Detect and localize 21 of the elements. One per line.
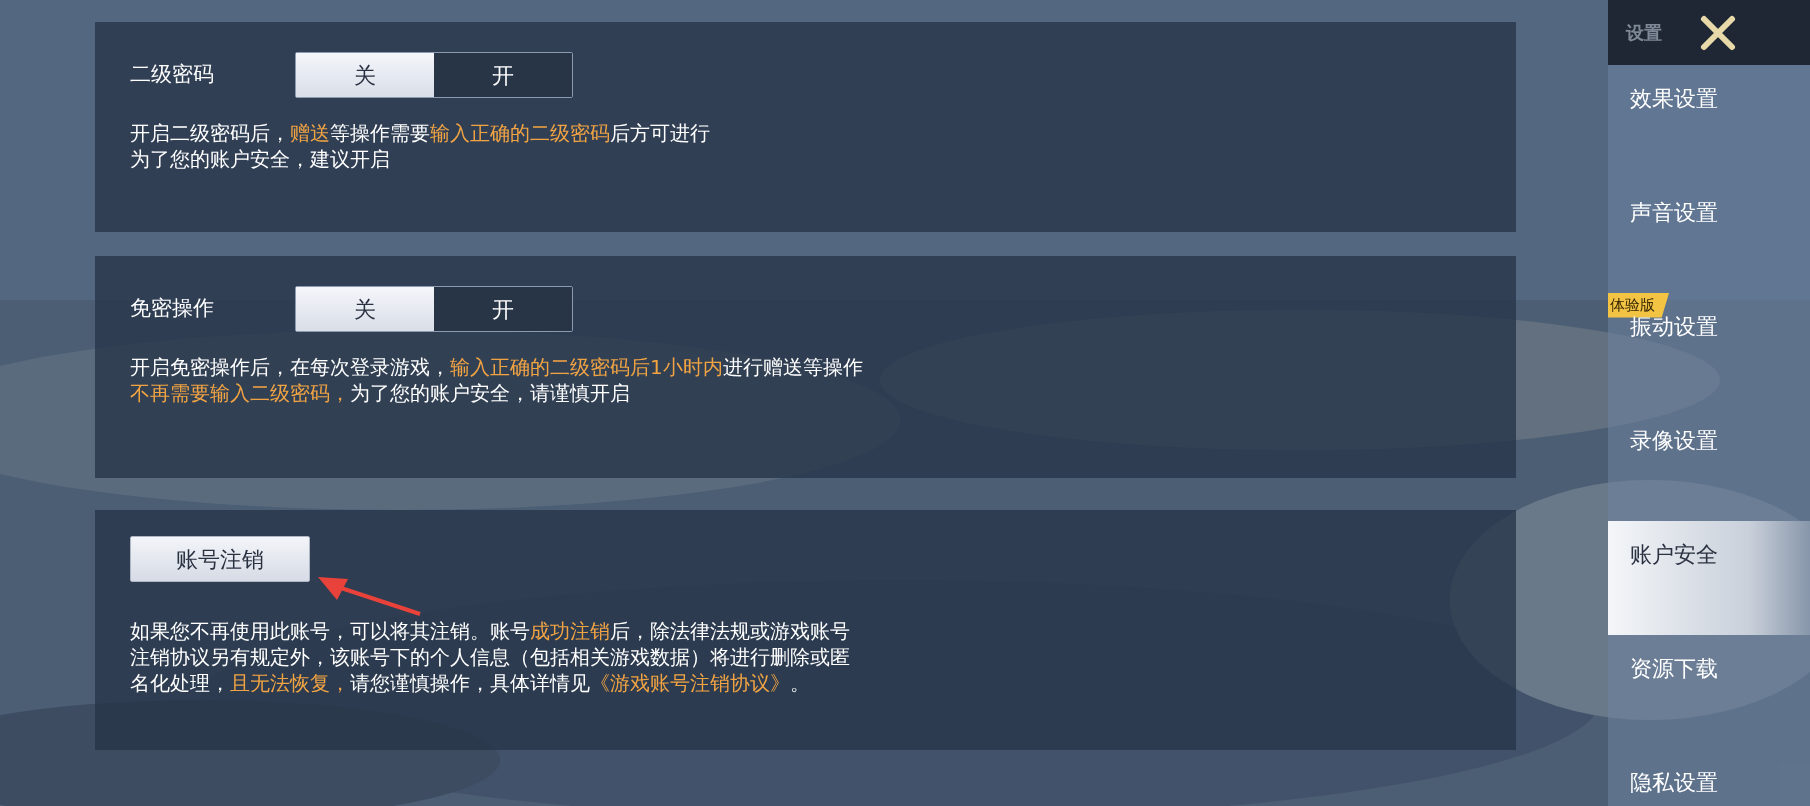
sidebar-item[interactable]: 声音设置 [1608,179,1810,293]
description-text: 为了您的账户安全，建议开启 [130,146,390,172]
toggle-option[interactable]: 开 [434,53,572,97]
description-text: 注销协议另有规定外，该账号下的个人信息（包括相关游戏数据）将进行删除或匿 [130,644,850,670]
setting-label: 免密操作 [130,295,215,323]
sidebar-item[interactable]: 录像设置 [1608,407,1810,521]
toggle-option[interactable]: 关 [296,287,434,331]
sidebar-item[interactable]: 隐私设置 [1608,749,1810,806]
description-text: 不再需要输入二级密码，为了您的账户安全，请谨慎开启 [130,380,630,406]
description-text: 如果您不再使用此账号，可以将其注销。账号成功注销后，除法律法规或游戏账号 [130,618,850,644]
description-text: 开启二级密码后，赠送等操作需要输入正确的二级密码后方可进行 [130,120,710,146]
description-text: 名化处理，且无法恢复，请您谨慎操作，具体详情见《游戏账号注销协议》。 [130,670,810,696]
toggle-option[interactable]: 开 [434,287,572,331]
setting-label: 二级密码 [130,61,215,89]
sidebar-item[interactable]: 效果设置 [1608,65,1810,179]
sidebar-item[interactable]: 账户安全 [1608,521,1810,635]
sidebar-title: 设置 [1626,21,1662,45]
cancel-account-button[interactable]: 账号注销 [130,536,310,582]
sidebar-item[interactable]: 资源下载 [1608,635,1810,749]
description-text: 开启免密操作后，在每次登录游戏，输入正确的二级密码后1小时内进行赠送等操作 [130,354,863,380]
toggle-option[interactable]: 关 [296,53,434,97]
